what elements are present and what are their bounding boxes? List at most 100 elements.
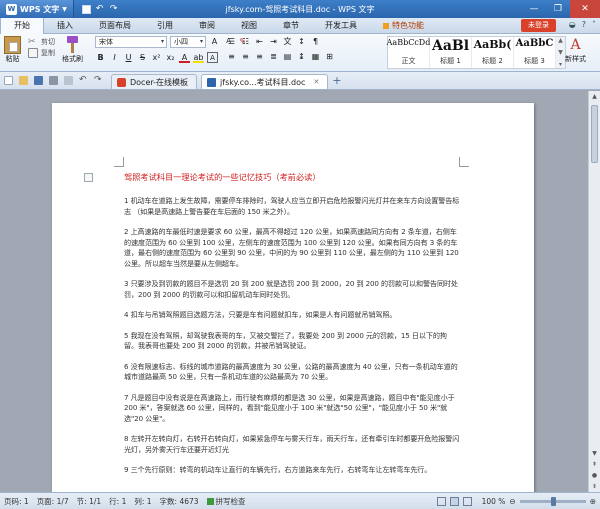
distribute-icon[interactable]: ▤ <box>282 51 293 62</box>
sort-icon[interactable]: ↕ <box>296 36 307 47</box>
zoom-level[interactable]: 100 % <box>482 497 506 506</box>
doc-tab-docer[interactable]: Docer-在线模板 <box>111 74 198 89</box>
paragraph-marker-icon[interactable] <box>84 173 93 182</box>
show-marks-icon[interactable]: ¶ <box>310 36 321 47</box>
select-browse-icon[interactable]: ● <box>589 470 600 481</box>
align-left-icon[interactable]: ≡ <box>226 51 237 62</box>
new-style-icon: A <box>570 37 581 53</box>
close-tab-icon[interactable]: ✕ <box>313 78 319 86</box>
tab-review[interactable]: 审阅 <box>186 18 228 34</box>
style-gallery-scroll[interactable]: ▲ ▼ ▾ <box>556 37 565 68</box>
maximize-icon[interactable]: ❐ <box>546 0 570 18</box>
borders-icon[interactable]: ⊞ <box>324 51 335 62</box>
style-normal[interactable]: AaBbCcDd 正文 <box>387 37 430 68</box>
tab-view[interactable]: 视图 <box>228 18 270 34</box>
style-name: 标题 1 <box>440 57 461 65</box>
indent-icon[interactable]: ⇥ <box>268 36 279 47</box>
tab-page-layout[interactable]: 页面布局 <box>86 18 144 34</box>
document-title: 驾照考试科目一理论考试的一些记忆技巧（考前必读） <box>124 172 321 182</box>
next-page-icon[interactable]: ⇟ <box>589 481 600 492</box>
view-mode-icon[interactable] <box>436 496 446 506</box>
spell-check-toggle[interactable]: 拼写检查 <box>203 496 250 507</box>
copy-icon <box>28 47 38 58</box>
view-mode-icon[interactable] <box>462 496 472 506</box>
login-button[interactable]: 未登录 <box>521 19 556 32</box>
style-heading-2[interactable]: AaBb( 标题 2 <box>472 37 514 68</box>
collapse-ribbon-icon[interactable]: ˄ <box>592 20 596 29</box>
font-color-icon[interactable]: A <box>179 52 190 63</box>
zoom-slider-knob[interactable] <box>550 496 556 506</box>
align-center-icon[interactable]: ≡ <box>240 51 251 62</box>
chevron-up-icon[interactable]: ▲ <box>558 37 563 44</box>
new-tab-button[interactable]: + <box>332 74 341 89</box>
shading-icon[interactable]: ▦ <box>310 51 321 62</box>
subscript-icon[interactable]: x₂ <box>165 52 176 63</box>
chinese-layout-icon[interactable]: 文 <box>282 36 293 47</box>
document-body[interactable]: 驾照考试科目一理论考试的一些记忆技巧（考前必读） 1 机动车在道路上发生故障，需… <box>124 171 460 486</box>
highlight-icon[interactable]: ab <box>193 52 204 63</box>
scroll-up-icon[interactable]: ▲ <box>589 91 600 103</box>
scroll-down-icon[interactable]: ▼ <box>589 448 600 459</box>
align-right-icon[interactable]: ≡ <box>254 51 265 62</box>
status-page[interactable]: 页码: 1 <box>0 496 33 507</box>
vertical-scrollbar[interactable]: ▲ ▼ ⇞ ● ⇟ <box>588 91 600 492</box>
style-heading-3[interactable]: AaBbC 标题 3 <box>514 37 556 68</box>
open-folder-icon[interactable] <box>19 75 28 85</box>
expand-icon[interactable]: ▾ <box>559 61 562 68</box>
doc-tab-current[interactable]: jfsky.co...考试科目.doc ✕ <box>201 74 329 89</box>
undo-icon[interactable]: ↶ <box>96 4 105 14</box>
save-icon[interactable] <box>34 75 43 85</box>
underline-icon[interactable]: U <box>123 52 134 63</box>
char-border-icon[interactable]: A <box>207 52 218 63</box>
cut-button[interactable]: ✂ 剪切 <box>28 36 55 47</box>
app-menu-button[interactable]: W WPS 文字 ▼ <box>0 0 74 18</box>
prev-page-icon[interactable]: ⇞ <box>589 459 600 470</box>
help-icon[interactable]: ? <box>582 20 586 29</box>
zoom-out-icon[interactable]: ⊖ <box>509 497 515 506</box>
tab-references[interactable]: 引用 <box>144 18 186 34</box>
font-size-select[interactable]: 小四 <box>170 36 206 48</box>
undo-icon[interactable]: ↶ <box>79 75 88 85</box>
print-icon[interactable] <box>49 75 58 85</box>
menu-bar: 开始 插入 页面布局 引用 审阅 视图 章节 开发工具 特色功能 未登录 ◒ ?… <box>0 17 600 34</box>
scroll-thumb[interactable] <box>591 105 598 163</box>
format-painter-button[interactable]: 格式刷 <box>62 36 83 64</box>
zoom-slider[interactable] <box>519 496 586 506</box>
line-spacing-icon[interactable]: ↨ <box>296 51 307 62</box>
tab-insert[interactable]: 插入 <box>44 18 86 34</box>
tab-special-features[interactable]: 特色功能 <box>370 18 437 34</box>
copy-button[interactable]: 复制 <box>28 47 55 58</box>
minimize-icon[interactable]: — <box>522 0 546 18</box>
status-pages[interactable]: 页面: 1/7 <box>33 496 73 507</box>
tab-home[interactable]: 开始 <box>0 17 44 34</box>
menu-right-icons: ◒ ? ˄ <box>569 20 596 29</box>
zoom-in-icon[interactable]: ⊕ <box>590 497 596 506</box>
paste-label: 粘贴 <box>5 55 20 63</box>
style-heading-1[interactable]: AaBl 标题 1 <box>430 37 472 68</box>
paste-button[interactable]: 粘贴 <box>4 36 21 64</box>
redo-icon[interactable]: ↷ <box>110 4 119 14</box>
bullet-list-icon[interactable]: ☰ <box>226 36 237 47</box>
document-page[interactable]: 驾照考试科目一理论考试的一些记忆技巧（考前必读） 1 机动车在道路上发生故障，需… <box>52 103 534 492</box>
new-doc-icon[interactable] <box>4 75 13 85</box>
close-icon[interactable]: ✕ <box>570 0 600 18</box>
new-style-button[interactable]: A 新样式 <box>565 36 586 64</box>
print-preview-icon[interactable] <box>64 75 73 85</box>
view-mode-icon[interactable] <box>449 496 459 506</box>
tab-chapter[interactable]: 章节 <box>270 18 312 34</box>
chevron-down-icon[interactable]: ▼ <box>558 49 563 56</box>
superscript-icon[interactable]: x² <box>151 52 162 63</box>
justify-icon[interactable]: ≣ <box>268 51 279 62</box>
font-family-select[interactable]: 宋体 <box>95 36 167 48</box>
strikethrough-icon[interactable]: S <box>137 52 148 63</box>
save-icon[interactable] <box>81 4 91 14</box>
bold-icon[interactable]: B <box>95 52 106 63</box>
redo-icon[interactable]: ↷ <box>94 75 103 85</box>
number-list-icon[interactable]: ☷ <box>240 36 251 47</box>
grow-font-icon[interactable]: A <box>209 36 220 47</box>
tab-developer[interactable]: 开发工具 <box>312 18 370 34</box>
skin-icon[interactable]: ◒ <box>569 20 576 29</box>
outdent-icon[interactable]: ⇤ <box>254 36 265 47</box>
status-word-count[interactable]: 字数: 4673 <box>156 496 203 507</box>
italic-icon[interactable]: I <box>109 52 120 63</box>
